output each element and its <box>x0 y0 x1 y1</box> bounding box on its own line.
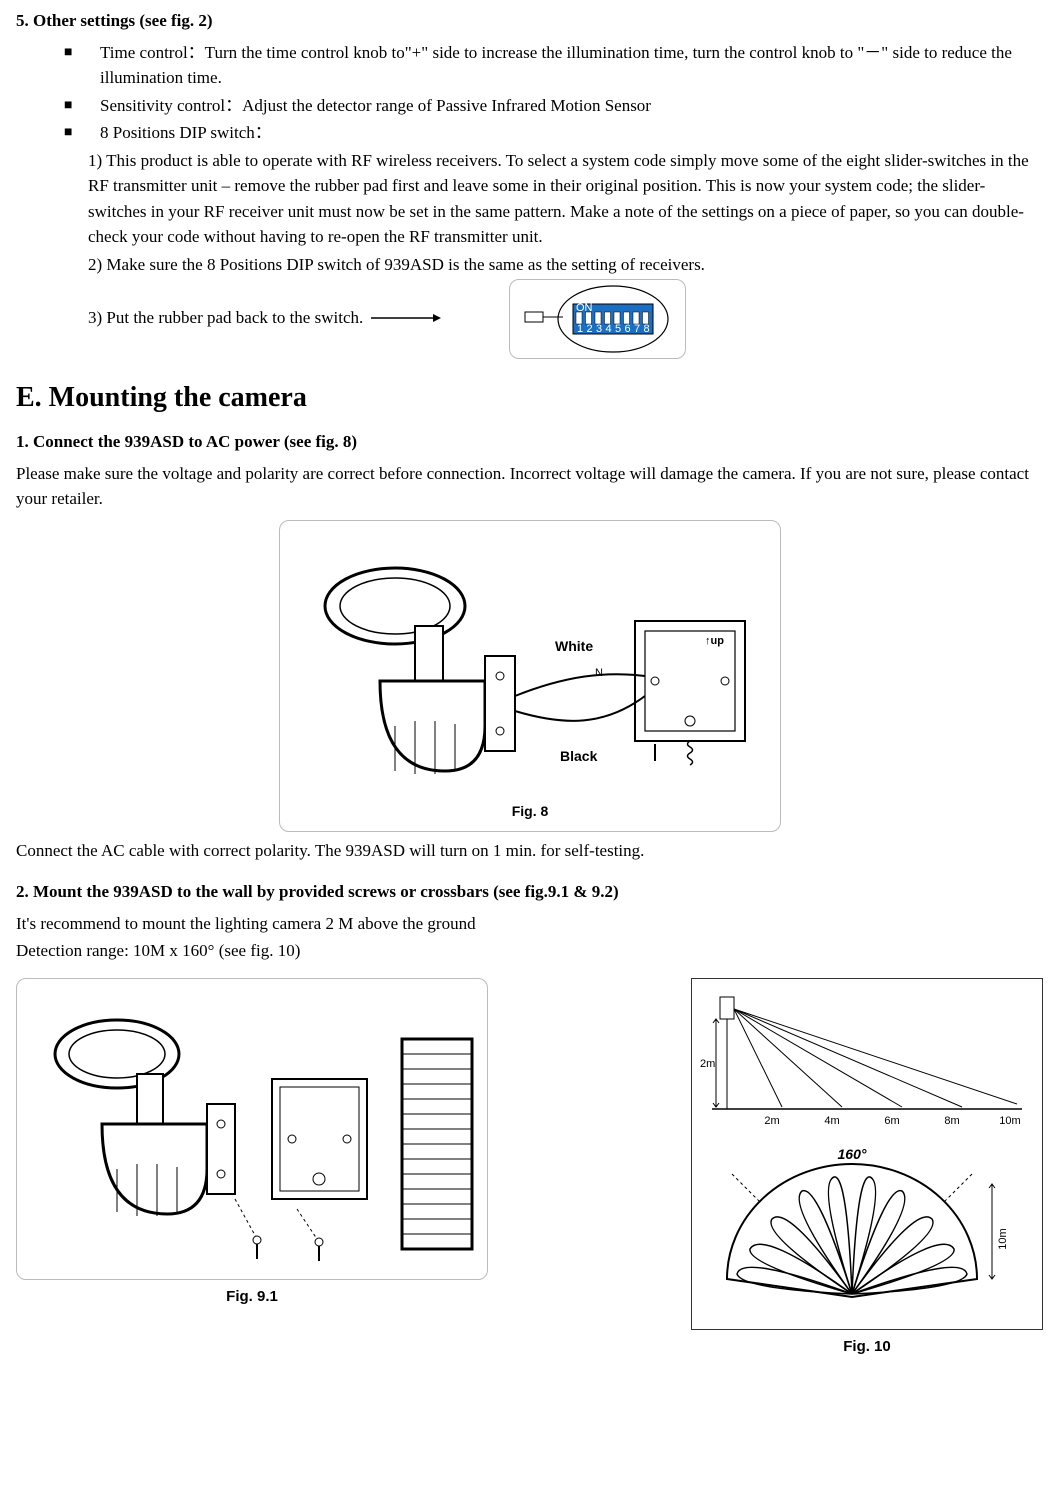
sub1-heading: 1. Connect the 939ASD to AC power (see f… <box>16 429 1043 455</box>
dip-switch-details: 1) This product is able to operate with … <box>16 148 1043 360</box>
svg-text:8: 8 <box>643 323 649 335</box>
dip-step-2: 2) Make sure the 8 Positions DIP switch … <box>88 252 1043 278</box>
fig8-n-label: N <box>595 667 603 679</box>
bullet-dip-switch: 8 Positions DIP switch： <box>64 120 1043 146</box>
figure-8-svg: ↑up White N Black Fig. 8 <box>285 526 775 826</box>
svg-text:3: 3 <box>596 323 602 335</box>
figure-8: ↑up White N Black Fig. 8 <box>279 520 781 832</box>
section-e-title: E. Mounting the camera <box>16 377 1043 419</box>
dip-step-1: 1) This product is able to operate with … <box>88 148 1043 250</box>
fig8-black-label: Black <box>560 748 598 764</box>
dip-switch-svg: ON 12345678 <box>513 282 683 356</box>
sub1-body: Please make sure the voltage and polarit… <box>16 461 1043 512</box>
fig10-d2m: 2m <box>764 1115 779 1127</box>
sub2-line1: It's recommend to mount the lighting cam… <box>16 911 1043 937</box>
fig-10-caption: Fig. 10 <box>691 1336 1043 1359</box>
fig8-white-label: White <box>555 638 593 654</box>
section-5-bullets: Time control：Turn the time control knob … <box>16 40 1043 146</box>
fig10-d10m: 10m <box>999 1115 1020 1127</box>
figure-9-1 <box>16 978 488 1280</box>
fig10-d8m: 8m <box>944 1115 959 1127</box>
bullet-time-control: Time control：Turn the time control knob … <box>64 40 1043 91</box>
svg-text:7: 7 <box>634 323 640 335</box>
sub2-line2: Detection range: 10M x 160° (see fig. 10… <box>16 938 1043 964</box>
svg-text:5: 5 <box>615 323 621 335</box>
fig10-r10m: 10m <box>997 1228 1009 1249</box>
fig10-angle: 160° <box>838 1146 867 1162</box>
svg-text:6: 6 <box>624 323 630 335</box>
figure-10-svg: 2m 2m 4m 6m 8m 10m 160° <box>692 979 1042 1329</box>
fig8-caption: Fig. 8 <box>511 803 548 819</box>
svg-text:1: 1 <box>577 323 583 335</box>
arrow-icon <box>371 306 441 332</box>
figure-9-1-wrap: Fig. 9.1 <box>16 978 488 1309</box>
figure-10: 2m 2m 4m 6m 8m 10m 160° <box>691 978 1043 1330</box>
dip-switch-figure: ON 12345678 <box>509 279 686 359</box>
fig8-up-label: ↑up <box>705 635 724 647</box>
svg-text:2: 2 <box>586 323 592 335</box>
fig10-d4m: 4m <box>824 1115 839 1127</box>
dip-step-3: 3) Put the rubber pad back to the switch… <box>88 305 363 331</box>
fig10-d6m: 6m <box>884 1115 899 1127</box>
fig10-2m-height: 2m <box>700 1058 715 1070</box>
sub2-heading: 2. Mount the 939ASD to the wall by provi… <box>16 879 1043 905</box>
fig-9-1-caption: Fig. 9.1 <box>16 1286 488 1309</box>
section-5-heading: 5. Other settings (see fig. 2) <box>16 8 1043 34</box>
svg-text:4: 4 <box>605 323 611 335</box>
figure-9-1-svg <box>22 984 482 1274</box>
sub1-after: Connect the AC cable with correct polari… <box>16 838 1043 864</box>
bullet-sensitivity-control: Sensitivity control：Adjust the detector … <box>64 93 1043 119</box>
figure-10-wrap: 2m 2m 4m 6m 8m 10m 160° <box>691 978 1043 1359</box>
